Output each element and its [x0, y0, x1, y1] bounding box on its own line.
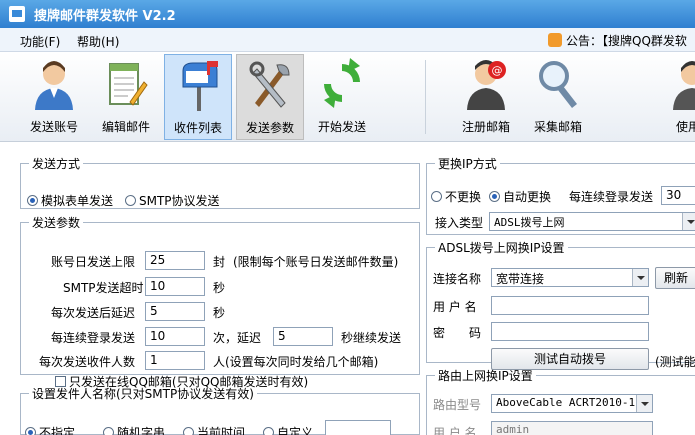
daily-limit-unit: 封 — [213, 255, 226, 269]
recipients-per-send-label: 每次发送收件人数 — [39, 355, 136, 369]
per-login-delay-unit: 秒继续发送 — [341, 331, 402, 345]
sender-name-group: 设置发件人名称(只对SMTP协议发送有效) 不指定 随机字串 当前时间 自定义 — [20, 385, 420, 435]
chevron-down-icon — [636, 395, 652, 412]
send-params-button[interactable]: 发送参数 — [236, 54, 304, 140]
access-type-select[interactable]: ADSL拨号上网 — [489, 212, 695, 231]
menu-function[interactable]: 功能(F) — [20, 33, 60, 50]
daily-limit-label: 账号日发送上限 — [51, 255, 136, 269]
send-mode-group: 发送方式 模拟表单发送 SMTP协议发送 — [20, 155, 420, 209]
per-login-delay-input[interactable]: 5 — [273, 327, 333, 346]
ip-no-change-radio[interactable]: 不更换 — [431, 188, 481, 205]
mode-simulate-radio[interactable]: 模拟表单发送 — [27, 192, 113, 209]
router-legend: 路由上网换IP设置 — [438, 369, 533, 383]
adsl-legend: ADSL拨号上网换IP设置 — [438, 241, 565, 255]
refresh-button[interactable]: 刷新 — [655, 267, 695, 289]
send-params-group: 发送参数 账号日发送上限 25 封 (限制每个账号日发送邮件数量) SMTP发送… — [20, 214, 420, 389]
sender-name-custom-input[interactable] — [325, 420, 391, 435]
per-login-unit: 次，延迟 — [213, 331, 262, 345]
magnifier-icon — [539, 61, 577, 108]
adsl-password-input[interactable] — [491, 322, 649, 341]
sender-name-legend: 设置发件人名称(只对SMTP协议发送有效) — [32, 387, 254, 401]
notepad-edit-icon — [109, 63, 148, 106]
sender-name-random-radio[interactable]: 随机字串 — [103, 424, 165, 435]
edit-mail-label: 编辑邮件 — [101, 120, 150, 134]
send-account-label: 发送账号 — [29, 120, 78, 134]
adsl-password-label: 密 码 — [433, 326, 482, 340]
send-params-legend: 发送参数 — [32, 216, 81, 230]
router-user-label: 用 户 名 — [433, 426, 477, 435]
window-title: 搜牌邮件群发软件 V2.2 — [34, 9, 176, 24]
send-delay-input[interactable]: 5 — [145, 302, 205, 321]
adsl-user-label: 用 户 名 — [433, 300, 477, 314]
chevron-down-icon — [632, 269, 648, 286]
sender-name-custom-radio[interactable]: 自定义 — [263, 424, 313, 435]
usage-button[interactable]: 使用 — [662, 54, 695, 140]
notice-text[interactable]: 【搜牌QQ群发软 — [602, 34, 687, 48]
menu-bar: 功能(F) 帮助(H) 公告：【搜牌QQ群发软 — [0, 28, 695, 52]
daily-limit-input[interactable]: 25 — [145, 251, 205, 270]
ip-mode-group: 更换IP方式 不更换 自动更换 每连续登录发送 30 接入类型 ADSL拨号上网 — [426, 155, 695, 235]
collect-mail-label: 采集邮箱 — [533, 120, 582, 134]
access-type-label: 接入类型 — [435, 216, 484, 230]
svg-text:@: @ — [492, 64, 503, 77]
ip-mode-legend: 更换IP方式 — [438, 157, 497, 171]
conn-name-select[interactable]: 宽带连接 — [491, 268, 649, 287]
sender-name-none-radio[interactable]: 不指定 — [25, 424, 75, 435]
ip-auto-change-radio[interactable]: 自动更换 — [489, 188, 551, 205]
recipients-per-send-input[interactable]: 1 — [145, 351, 205, 370]
ip-per-login-input[interactable]: 30 — [661, 186, 695, 205]
per-login-label: 每连续登录发送 — [51, 331, 136, 345]
speaker-icon — [548, 33, 562, 47]
send-delay-label: 每次发送后延迟 — [51, 306, 136, 320]
tools-icon — [249, 61, 290, 108]
send-delay-unit: 秒 — [213, 306, 226, 320]
collect-mail-button[interactable]: 采集邮箱 — [524, 54, 592, 140]
toolbar-separator — [425, 60, 426, 134]
router-user-input[interactable]: admin — [491, 421, 653, 435]
send-account-button[interactable]: 发送账号 — [20, 54, 88, 140]
register-mail-button[interactable]: @ 注册邮箱 — [452, 54, 520, 140]
mailbox-icon — [182, 61, 218, 111]
edit-mail-button[interactable]: 编辑邮件 — [92, 54, 160, 140]
smtp-timeout-input[interactable]: 10 — [145, 277, 205, 296]
refresh-icon — [324, 58, 360, 108]
notice-bar: 公告：【搜牌QQ群发软 — [548, 32, 687, 48]
router-model-select[interactable]: AboveCable ACRT2010-1 — [491, 394, 653, 413]
recipient-list-button[interactable]: 收件列表 — [164, 54, 232, 140]
title-bar: 搜牌邮件群发软件 V2.2 — [0, 0, 695, 28]
usage-label: 使用 — [676, 120, 695, 134]
adsl-user-input[interactable] — [491, 296, 649, 315]
user-icon — [673, 61, 695, 110]
smtp-timeout-unit: 秒 — [213, 281, 226, 295]
recipient-list-label: 收件列表 — [173, 121, 222, 135]
smtp-timeout-label: SMTP发送超时 — [63, 281, 144, 295]
start-send-button[interactable]: 开始发送 — [308, 54, 376, 140]
toolbar: 发送账号 编辑邮件 收件列表 发送参数 开始发送 @ 注册邮箱 采集邮箱 使用 — [0, 52, 695, 142]
settings-panel: 发送方式 模拟表单发送 SMTP协议发送 发送参数 账号日发送上限 25 封 (… — [0, 143, 695, 435]
router-group: 路由上网换IP设置 路由型号 AboveCable ACRT2010-1 用 户… — [426, 367, 695, 435]
router-model-label: 路由型号 — [433, 398, 482, 412]
daily-limit-note: (限制每个账号日发送邮件数量) — [233, 255, 399, 269]
start-send-label: 开始发送 — [317, 120, 366, 134]
notice-label: 公告： — [566, 34, 603, 48]
ip-per-login-label: 每连续登录发送 — [569, 190, 654, 204]
mode-smtp-radio[interactable]: SMTP协议发送 — [125, 192, 220, 209]
user-icon — [35, 61, 73, 110]
sender-name-time-radio[interactable]: 当前时间 — [183, 424, 245, 435]
register-mail-label: 注册邮箱 — [461, 120, 510, 134]
per-login-input[interactable]: 10 — [145, 327, 205, 346]
send-mode-legend: 发送方式 — [32, 157, 81, 171]
adsl-group: ADSL拨号上网换IP设置 连接名称 宽带连接 刷新 用 户 名 密 码 测试自… — [426, 239, 695, 370]
menu-help[interactable]: 帮助(H) — [77, 33, 119, 50]
app-icon — [9, 6, 25, 22]
recipients-per-send-unit: 人(设置每次同时发给几个邮箱) — [213, 355, 379, 369]
send-params-label: 发送参数 — [245, 121, 294, 135]
conn-name-label: 连接名称 — [433, 272, 482, 286]
chevron-down-icon — [682, 213, 695, 230]
register-mail-icon: @ — [467, 60, 506, 110]
